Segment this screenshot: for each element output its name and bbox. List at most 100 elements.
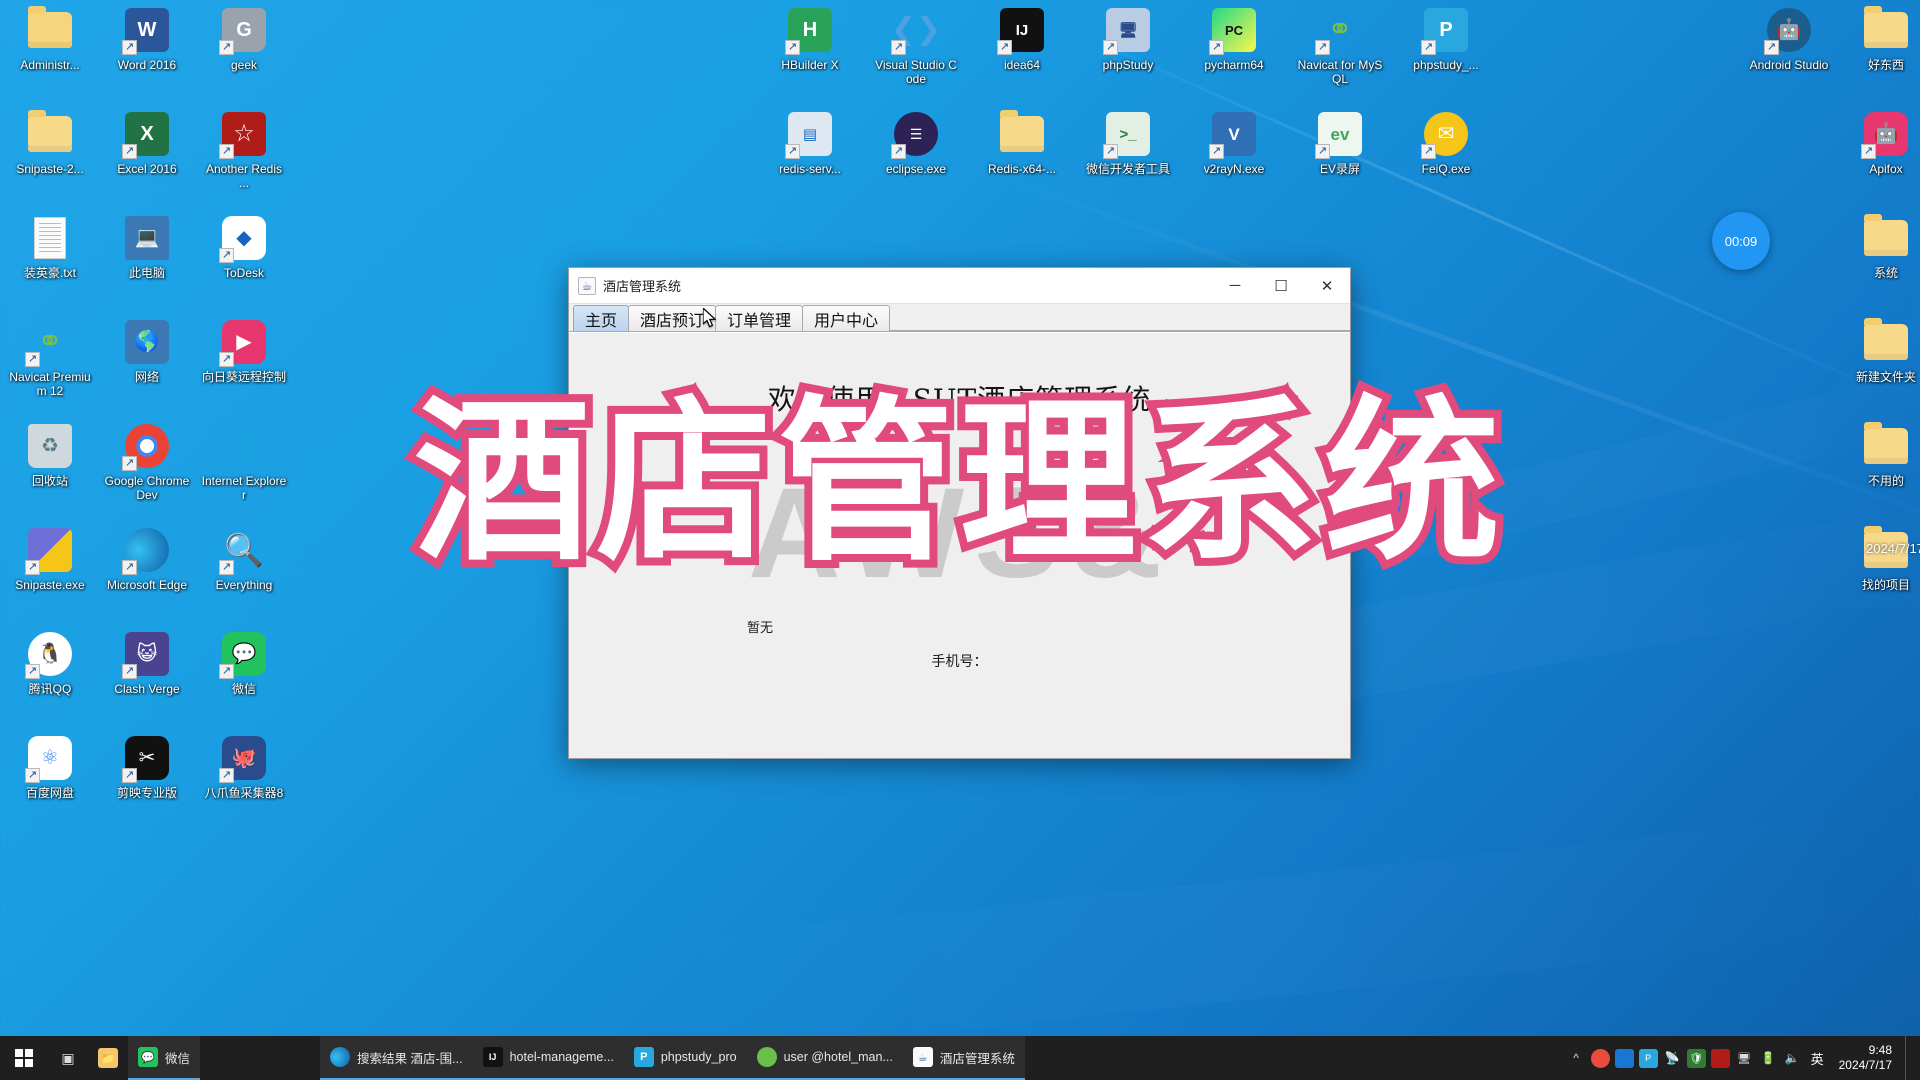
desktop-icon[interactable]: PC pycharm64	[1190, 6, 1278, 110]
window-title: 酒店管理系统	[603, 280, 682, 295]
tray-monitor-icon[interactable]: 🖥	[1735, 1049, 1754, 1068]
desktop-icon[interactable]: 🐧 腾讯QQ	[6, 630, 94, 734]
taskbar-task[interactable]: ☕ 酒店管理系统	[902, 1036, 1025, 1080]
tray-redis-icon[interactable]	[1710, 1048, 1730, 1068]
tray-network-icon[interactable]: 📡	[1663, 1049, 1682, 1068]
excel-icon: X	[122, 110, 171, 159]
tray-qq-icon[interactable]	[1590, 1048, 1610, 1068]
taskbar-task[interactable]: 💬 微信	[128, 1036, 201, 1080]
desktop-icon[interactable]: ▤ redis-serv...	[766, 110, 854, 214]
desktop-icon[interactable]: Vv2rayN.exe	[1190, 110, 1278, 214]
desktop-icon[interactable]: Pphpstudy_...	[1402, 6, 1490, 110]
desktop-icon[interactable]: 系统	[1842, 214, 1920, 318]
desktop-icon-label: 微信	[231, 682, 256, 696]
word-icon: W	[122, 6, 171, 55]
desktop-icon-label: Administr...	[20, 58, 80, 72]
tray-volume-icon[interactable]: 🔈	[1783, 1049, 1802, 1068]
desktop-icon[interactable]: Ggeek	[200, 6, 288, 110]
desktop-icon[interactable]: H HBuilder X	[766, 6, 854, 110]
this-pc-icon: 💻	[123, 214, 171, 262]
minimize-button[interactable]: ─	[1212, 268, 1258, 304]
desktop-icon[interactable]: ✂ 剪映专业版	[103, 734, 191, 838]
clock-time: 9:48	[1868, 1043, 1892, 1057]
sunlogin-icon: ▶	[219, 318, 268, 367]
desktop-icon[interactable]: 不用的	[1842, 422, 1920, 526]
show-desktop-button[interactable]	[1905, 1036, 1914, 1080]
microsoft-edge-icon	[122, 526, 171, 575]
desktop-icon-label: Excel 2016	[117, 162, 177, 176]
file-explorer-icon[interactable]: 📁	[88, 1036, 128, 1080]
desktop-icon[interactable]: 装英豪.txt	[6, 214, 94, 318]
desktop-icon[interactable]: e Internet Explorer	[200, 422, 288, 526]
phpstudy-icon: 🖥	[1103, 6, 1152, 55]
maximize-button[interactable]: ☐	[1258, 268, 1304, 304]
task-view-icon[interactable]: ▣	[48, 1036, 88, 1080]
ime-indicator[interactable]: 英	[1807, 1049, 1828, 1068]
desktop-icon[interactable]: W Word 2016	[103, 6, 191, 110]
desktop-icon-label: Redis-x64-...	[987, 162, 1057, 176]
clock-date: 2024/7/17	[1838, 1058, 1892, 1072]
desktop-icon-label: phpstudy_...	[1413, 58, 1479, 72]
desktop-icon[interactable]: ▶ 向日葵远程控制	[200, 318, 288, 422]
desktop-icon[interactable]: ☰ eclipse.exe	[872, 110, 960, 214]
close-button[interactable]: ✕	[1304, 268, 1350, 304]
desktop-icon[interactable]: Snipaste.exe	[6, 526, 94, 630]
desktop-icon[interactable]: Google Chrome Dev	[103, 422, 191, 526]
desktop-icon[interactable]: Microsoft Edge	[103, 526, 191, 630]
desktop-icon-label: 腾讯QQ	[28, 682, 72, 696]
start-button[interactable]	[0, 1036, 48, 1080]
desktop-icon[interactable]: ❮❯ Visual Studio Code	[872, 6, 960, 110]
desktop-icon[interactable]: ☆ Another Redis ...	[200, 110, 288, 214]
desktop-icon[interactable]: ✉ FeiQ.exe	[1402, 110, 1490, 214]
desktop-icon[interactable]: 新建文件夹	[1842, 318, 1920, 422]
taskbar-task[interactable]: user @hotel_man...	[746, 1036, 903, 1080]
desktop-icon[interactable]: 🌎 网络	[103, 318, 191, 422]
ev-recorder-icon: ev	[1315, 110, 1364, 159]
desktop-icon[interactable]: 💻 此电脑	[103, 214, 191, 318]
desktop-icon[interactable]: 💬 微信	[200, 630, 288, 734]
screen-recorder-timer[interactable]: 00:09	[1712, 212, 1770, 270]
desktop-icon[interactable]: X Excel 2016	[103, 110, 191, 214]
desktop-icon[interactable]: 🖥 phpStudy	[1084, 6, 1172, 110]
desktop-icon[interactable]: ev EV录屏	[1296, 110, 1384, 214]
window-titlebar[interactable]: ☕ 酒店管理系统 ─ ☐ ✕	[569, 268, 1350, 304]
taskbar-task[interactable]: IJ hotel-manageme...	[472, 1036, 624, 1080]
desktop-icon[interactable]: 😺 Clash Verge	[103, 630, 191, 734]
desktop-icon[interactable]: 🔍 Everything	[200, 526, 288, 630]
tray-battery-icon[interactable]: 🔋	[1759, 1049, 1778, 1068]
tray-phpstudy-icon[interactable]: P	[1638, 1048, 1658, 1068]
tray-shield-icon[interactable]: 🛡	[1686, 1048, 1706, 1068]
desktop-icon[interactable]: ◆ ToDesk	[200, 214, 288, 318]
tab-3[interactable]: 订单管理	[715, 305, 804, 331]
desktop-icon[interactable]: IJ idea64	[978, 6, 1066, 110]
windows-taskbar[interactable]: ▣ 📁 💬 微信 搜索结果 酒店-围... IJ hotel-manageme... Pph…	[0, 1036, 1920, 1080]
desktop-icon[interactable]: ⚭ Navicat for MySQL	[1296, 6, 1384, 110]
desktop-icon[interactable]: ⚛ 百度网盘	[6, 734, 94, 838]
desktop-icon[interactable]: Snipaste-2...	[6, 110, 94, 214]
taskbar-task[interactable]: 搜索结果 酒店-围...	[320, 1036, 473, 1080]
tray-chevron-icon[interactable]: ^	[1567, 1049, 1586, 1068]
desktop-icon[interactable]: 🤖 Apifox	[1842, 110, 1920, 214]
tabbar-filler	[889, 305, 1350, 331]
desktop-icon[interactable]: 🤖 Android Studio	[1745, 6, 1833, 110]
desktop-icon[interactable]: ♻ 回收站	[6, 422, 94, 526]
desktop-icon[interactable]: Redis-x64-...	[978, 110, 1066, 214]
taskbar-clock[interactable]: 9:48 2024/7/17	[1833, 1043, 1900, 1073]
jianying-icon: ✂	[122, 734, 171, 783]
feiq-icon: ✉	[1421, 110, 1470, 159]
tab-1[interactable]: 主页	[573, 305, 630, 331]
taskbar-task[interactable]: Pphpstudy_pro	[623, 1036, 747, 1080]
desktop-icon[interactable]: 好东西	[1842, 6, 1920, 110]
desktop-icon[interactable]: >_ 微信开发者工具	[1084, 110, 1172, 214]
empty-state-label: 暂无	[747, 621, 774, 636]
another-redis-desktop-manager-icon: ☆	[219, 110, 268, 159]
tab-2[interactable]: 酒店预订	[628, 305, 717, 331]
desktop-icon[interactable]: 🐙 八爪鱼采集器8	[200, 734, 288, 838]
network-icon: 🌎	[123, 318, 171, 366]
hotel-management-window[interactable]: ☕ 酒店管理系统 ─ ☐ ✕ 主页 酒店预订 订单管理 用户中心 欢迎使用 SUT酒店…	[568, 267, 1351, 759]
desktop-icon[interactable]: ⚭ Navicat Premium 12	[6, 318, 94, 422]
tab-4[interactable]: 用户中心	[802, 305, 891, 331]
text-file-icon	[26, 214, 74, 262]
desktop-icon[interactable]: Administr...	[6, 6, 94, 110]
tray-todesk-icon[interactable]	[1614, 1048, 1634, 1068]
